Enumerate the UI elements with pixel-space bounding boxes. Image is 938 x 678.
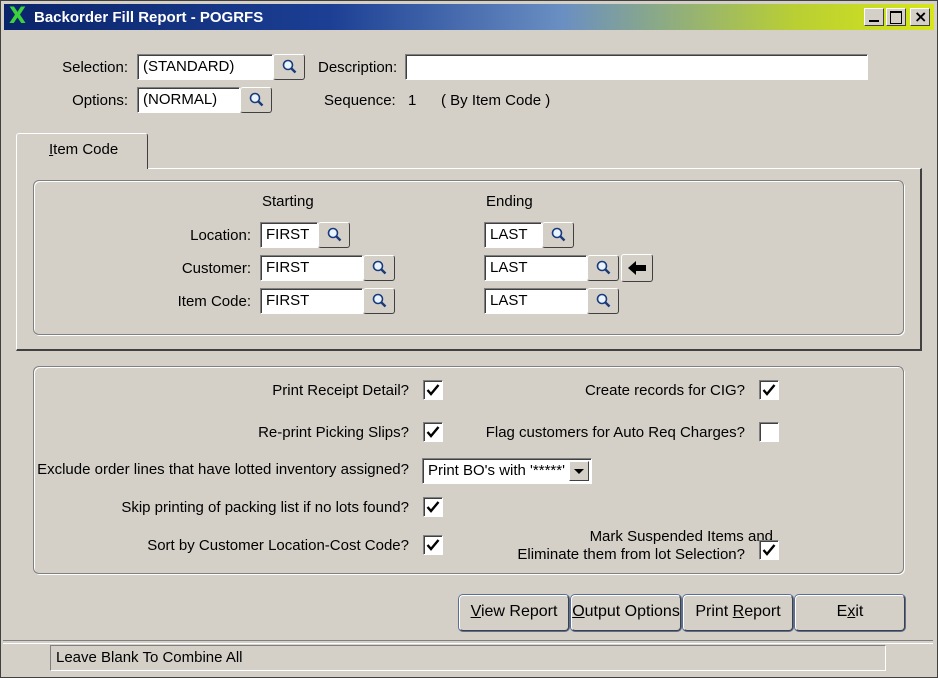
window-title: Backorder Fill Report - POGRFS (34, 9, 264, 26)
item-code-label: Item Code: (177, 293, 251, 310)
sequence-label: Sequence: (324, 92, 396, 109)
chevron-down-icon[interactable] (569, 461, 589, 481)
magnifier-icon (372, 293, 387, 308)
reprint-picking-slips-checkbox[interactable] (423, 422, 443, 442)
create-cig-label: Create records for CIG? (584, 382, 745, 399)
exit-label-rest: it (855, 603, 864, 620)
output-options-button[interactable]: Output Options (571, 595, 681, 631)
title-bar[interactable]: X Backorder Fill Report - POGRFS × (4, 4, 934, 30)
magnifier-icon (596, 260, 611, 275)
status-bar: Leave Blank To Combine All (50, 645, 886, 671)
item-code-start-field[interactable]: FIRST (260, 288, 363, 314)
options-label: Options: (72, 92, 128, 109)
magnifier-icon (596, 293, 611, 308)
sort-by-customer-label: Sort by Customer Location-Cost Code? (147, 537, 409, 554)
view-report-hotkey: V (470, 603, 481, 620)
exit-label-pre: E (836, 603, 848, 620)
tab-item-code[interactable]: Item Code (16, 133, 148, 169)
exclude-lotted-value: Print BO's with '*****' (428, 462, 565, 479)
options-lookup-button[interactable] (240, 87, 272, 113)
magnifier-icon (551, 227, 566, 242)
print-report-label-pre: Print (695, 603, 733, 620)
customer-start-lookup-button[interactable] (363, 255, 395, 281)
customer-end-field[interactable]: LAST (484, 255, 587, 281)
create-cig-checkbox[interactable] (759, 380, 779, 400)
sequence-value: 1 (408, 92, 417, 109)
location-start-field[interactable]: FIRST (260, 222, 318, 248)
checkmark-icon (762, 384, 776, 396)
print-receipt-detail-checkbox[interactable] (423, 380, 443, 400)
description-field[interactable] (405, 54, 868, 80)
location-label: Location: (190, 227, 251, 244)
flag-auto-req-checkbox[interactable] (759, 422, 779, 442)
options-field[interactable]: (NORMAL) (137, 87, 240, 113)
starting-header: Starting (262, 193, 314, 210)
skip-packing-list-label: Skip printing of packing list if no lots… (121, 499, 409, 516)
checkmark-icon (426, 539, 440, 551)
view-report-label-rest: iew Report (480, 603, 558, 620)
item-code-end-lookup-button[interactable] (587, 288, 619, 314)
flag-auto-req-label: Flag customers for Auto Req Charges? (485, 424, 745, 441)
maximize-button[interactable] (886, 8, 906, 26)
mark-suspended-checkbox[interactable] (759, 540, 779, 560)
checkmark-icon (762, 544, 776, 556)
skip-packing-list-checkbox[interactable] (423, 497, 443, 517)
reprint-picking-slips-label: Re-print Picking Slips? (258, 424, 409, 441)
mark-suspended-label-line2: Eliminate them from lot Selection? (517, 546, 745, 563)
view-report-button[interactable]: View Report (459, 595, 569, 631)
magnifier-icon (327, 227, 342, 242)
minimize-button[interactable] (864, 8, 884, 26)
exit-button[interactable]: Exit (795, 595, 905, 631)
mark-suspended-label-line1: Mark Suspended Items and (589, 528, 773, 545)
output-options-hotkey: O (572, 603, 585, 620)
customer-label: Customer: (181, 260, 251, 277)
exclude-lotted-label: Exclude order lines that have lotted inv… (37, 461, 409, 478)
selection-lookup-button[interactable] (273, 54, 305, 80)
exclude-lotted-select[interactable]: Print BO's with '*****' (422, 458, 592, 484)
copy-arrow-button[interactable] (621, 254, 653, 282)
location-start-lookup-button[interactable] (318, 222, 350, 248)
location-end-lookup-button[interactable] (542, 222, 574, 248)
range-group (33, 180, 904, 335)
magnifier-icon (282, 59, 297, 74)
selection-field[interactable]: (STANDARD) (137, 54, 273, 80)
item-code-start-lookup-button[interactable] (363, 288, 395, 314)
item-code-end-field[interactable]: LAST (484, 288, 587, 314)
customer-start-field[interactable]: FIRST (260, 255, 363, 281)
print-report-hotkey: R (732, 603, 745, 620)
app-x-icon: X (9, 4, 26, 29)
print-report-label-rest: eport (744, 603, 781, 620)
output-options-label-rest: utput Options (584, 603, 680, 620)
location-end-field[interactable]: LAST (484, 222, 542, 248)
sequence-description: ( By Item Code ) (441, 92, 551, 109)
arrow-left-icon (628, 261, 646, 275)
checkmark-icon (426, 384, 440, 396)
description-label: Description: (318, 59, 398, 76)
magnifier-icon (249, 92, 264, 107)
magnifier-icon (372, 260, 387, 275)
print-report-button[interactable]: Print Report (683, 595, 793, 631)
close-button[interactable]: × (910, 7, 930, 26)
status-text: Leave Blank To Combine All (56, 649, 243, 666)
print-receipt-detail-label: Print Receipt Detail? (272, 382, 409, 399)
status-separator (3, 640, 933, 644)
checkmark-icon (426, 501, 440, 513)
close-icon: × (914, 7, 928, 26)
customer-end-lookup-button[interactable] (587, 255, 619, 281)
tab-item-code-label: Item Code (49, 141, 119, 158)
sort-by-customer-checkbox[interactable] (423, 535, 443, 555)
checkmark-icon (426, 426, 440, 438)
selection-label: Selection: (62, 59, 128, 76)
ending-header: Ending (486, 193, 533, 210)
